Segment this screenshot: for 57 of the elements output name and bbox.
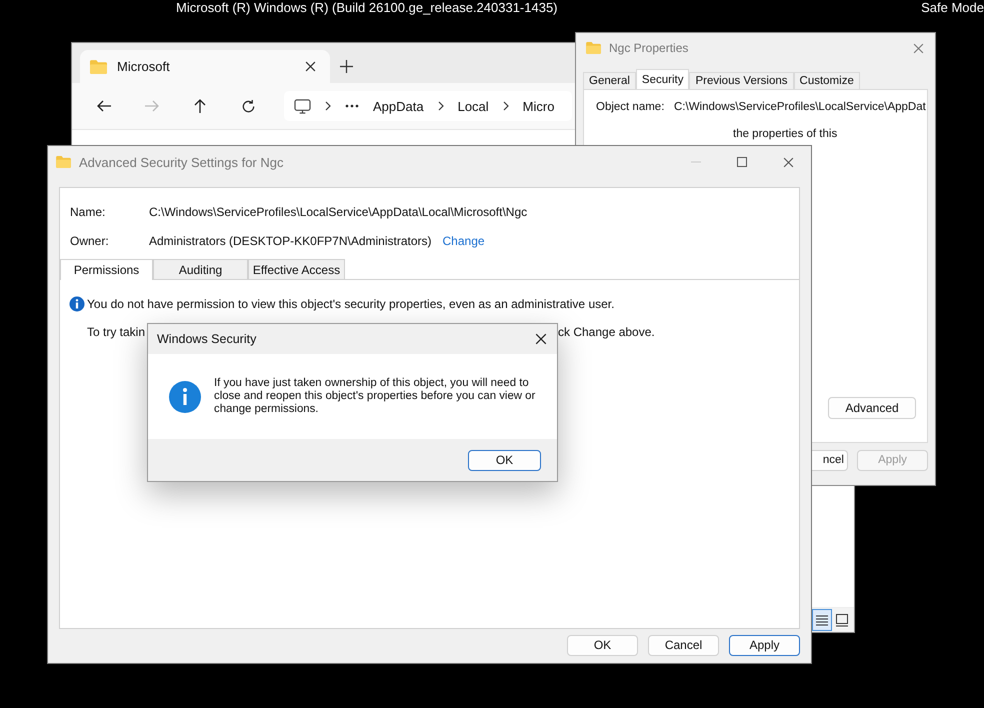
close-icon[interactable] (783, 156, 794, 168)
settings-tab[interactable]: Effective Access (248, 259, 345, 279)
breadcrumb-item[interactable]: Micro (522, 98, 554, 114)
computer-icon (294, 98, 311, 114)
forward-arrow-icon (144, 98, 160, 114)
name-value: C:\Windows\ServiceProfiles\LocalService\AppData\Local\Microsoft\Ngc (149, 204, 528, 218)
safe-mode-text: Safe Mode (921, 0, 984, 15)
dialog-button[interactable]: Apply (729, 634, 800, 656)
dialog-button[interactable]: ncel (812, 450, 848, 470)
properties-tab[interactable]: General (583, 72, 636, 89)
object-name-label: Object name: (596, 101, 664, 113)
back-arrow-icon (96, 98, 112, 114)
new-tab-icon[interactable] (340, 60, 353, 73)
breadcrumb-item[interactable]: Local (458, 98, 489, 114)
object-name-value: C:\Windows\ServiceProfiles\LocalService\AppDat (674, 101, 926, 113)
permission-notice: the properties of this (733, 128, 838, 140)
window-title: Ngc Properties (609, 41, 690, 55)
advanced-button[interactable]: Advanced (828, 397, 916, 419)
build-watermark-text: Microsoft (R) Windows (R) (Build 26100.ge_release.240331-1435) (176, 0, 558, 15)
ownership-hint-text: To try takin (87, 325, 146, 339)
folder-icon (56, 156, 71, 168)
address-bar[interactable]: AppData Local Micro (284, 91, 572, 121)
properties-tab[interactable]: Previous Versions (689, 72, 794, 89)
settings-tab[interactable]: Auditing (153, 259, 248, 279)
list-icon (815, 614, 829, 626)
folder-icon (586, 42, 601, 54)
chevron-right-icon (502, 101, 509, 111)
chevron-right-icon (325, 101, 331, 111)
dialog-title: Windows Security (157, 332, 256, 346)
dialog-button[interactable]: OK (567, 634, 638, 656)
folder-icon (90, 60, 107, 74)
dialog-message: If you have just taken ownership of this object, you will need to close and reopen this object's properties before you can view or change permissions. (214, 377, 536, 416)
change-link[interactable]: Change (442, 234, 485, 248)
ownership-hint-text: ck Change above. (558, 325, 655, 339)
up-arrow-icon (192, 98, 208, 114)
permission-notice: You do not have permission to view this object's security properties, even as an administrative user. (87, 297, 614, 311)
close-icon[interactable] (535, 333, 547, 345)
settings-tab[interactable]: Permissions (60, 259, 153, 280)
chevron-right-icon (438, 101, 444, 111)
window-title: Advanced Security Settings for Ngc (79, 154, 284, 170)
more-icon[interactable] (345, 104, 359, 108)
refresh-icon (240, 98, 256, 114)
breadcrumb-item[interactable]: AppData (373, 98, 424, 114)
dialog-button[interactable]: Cancel (648, 634, 719, 656)
properties-tab[interactable]: Security (636, 69, 690, 89)
properties-tab[interactable]: Customize (794, 72, 860, 89)
maximize-icon[interactable] (737, 157, 747, 167)
close-icon[interactable] (305, 61, 316, 72)
info-icon (169, 380, 201, 412)
info-icon (69, 296, 85, 312)
owner-label: Owner: (70, 234, 110, 248)
preview-pane-icon (835, 613, 849, 627)
details-view-button[interactable] (812, 609, 832, 631)
explorer-tab[interactable]: Microsoft (80, 50, 330, 83)
ok-button[interactable]: OK (468, 450, 541, 470)
owner-value: Administrators (DESKTOP-KK0FP7N\Administrators) (149, 234, 432, 248)
name-label: Name: (70, 204, 106, 218)
